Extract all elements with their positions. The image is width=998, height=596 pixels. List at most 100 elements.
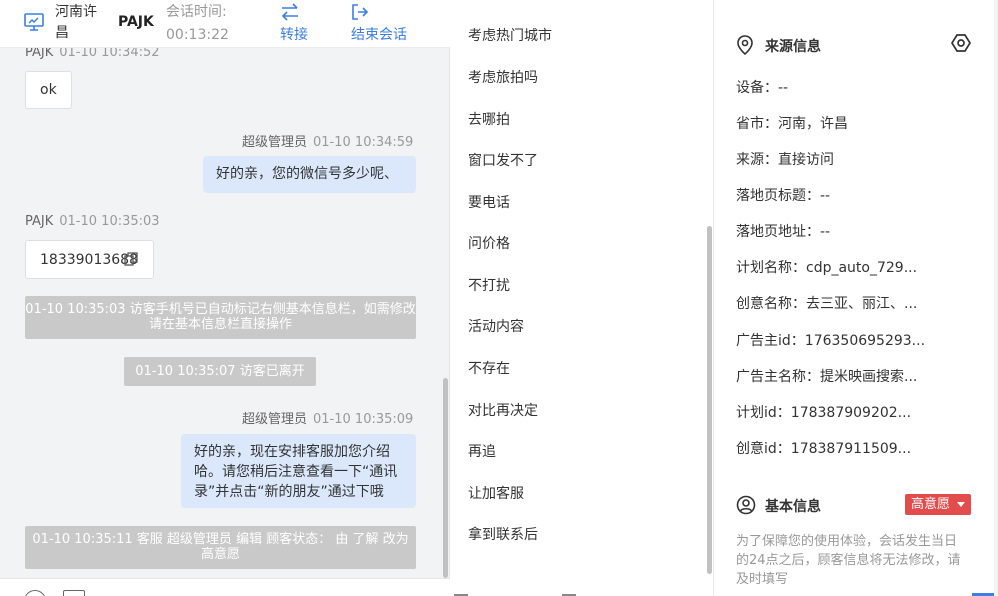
info-value: 河南，许昌 (778, 116, 848, 132)
info-label: 设备： (736, 80, 778, 96)
message-time: 01-10 10:34:59 (313, 135, 414, 150)
visitor-info-panel: 来源信息 设备：-- 省市：河南，许昌 来源：直接访问 落地页标题：-- 落地页… (714, 0, 998, 596)
message-sender: 超级管理员 (242, 412, 308, 427)
info-label: 广告主id： (736, 333, 805, 349)
info-label: 来源： (736, 152, 778, 168)
chat-scrollbar[interactable] (443, 378, 448, 578)
quick-reply-item[interactable]: 不打扰 (468, 275, 510, 295)
info-value: -- (820, 224, 831, 240)
quick-reply-item[interactable]: 要电话 (468, 192, 510, 212)
quick-reply-panel: 考虑热门城市 考虑旅拍吗 去哪拍 窗口发不了 要电话 问价格 不打扰 活动内容 … (450, 0, 714, 596)
info-value: 去三亚、丽江、... (806, 296, 918, 312)
info-value: 176350695293... (804, 333, 926, 349)
info-label: 省市： (736, 116, 778, 132)
chat-input-toolbar (0, 578, 450, 596)
session-time-label: 会话时间: (166, 4, 227, 20)
quick-reply-item[interactable]: 不存在 (468, 358, 510, 378)
message-meta: 超级管理员 01-10 10:34:59 (242, 131, 413, 150)
system-notice-text: 01-10 10:35:07 访客已离开 (135, 364, 305, 379)
message-line: 好的亲，现在安排客服加您介绍 (194, 444, 390, 460)
message-meta: PAJK 01-10 10:35:03 (25, 214, 160, 229)
info-value: -- (778, 80, 789, 96)
quick-reply-item[interactable]: 活动内容 (468, 316, 524, 336)
info-row-advertiser-id: 广告主id：176350695293... (736, 330, 976, 350)
system-notice: 01-10 10:35:11 客服 超级管理员 编辑 顾客状态： 由 了解 改为… (25, 526, 416, 569)
system-notice-text: 01-10 10:35:03 访客手机号已自动标记右侧基本信息栏，如需修改请在基… (25, 302, 416, 332)
info-value: 178387909202... (790, 405, 912, 421)
chat-panel: PAJK 01-10 10:34:52 ok 超级管理员 01-10 10:34:5… (0, 0, 450, 596)
message-time: 01-10 10:35:09 (313, 412, 414, 427)
info-row-creative-id: 创意id：178387911509... (736, 438, 976, 458)
quick-reply-item[interactable]: 让加客服 (468, 483, 524, 503)
user-circle-icon (736, 495, 756, 515)
incoming-message-bubble: 18339013688 (25, 240, 154, 279)
message-time: 01-10 10:35:03 (59, 214, 160, 229)
message-text: 好的亲，您的微信号多少呢、 (216, 166, 398, 182)
quick-reply-item[interactable]: 窗口发不了 (468, 150, 538, 170)
info-row-plan-name: 计划名称：cdp_auto_729... (736, 257, 976, 277)
quick-reply-item[interactable]: 拿到联系后 (468, 524, 538, 544)
message-sender: PAJK (25, 214, 54, 229)
quick-reply-item[interactable]: 对比再决定 (468, 400, 538, 420)
system-notice-text: 01-10 10:35:11 客服 超级管理员 编辑 顾客状态： 由 了解 改为… (32, 532, 409, 562)
intent-status-label: 高意愿 (911, 497, 951, 512)
image-icon[interactable] (63, 590, 85, 596)
intent-status-dropdown[interactable]: 高意愿 (905, 494, 971, 515)
session-time-value: 00:13:22 (166, 27, 229, 43)
quick-reply-item[interactable]: 再追 (468, 441, 496, 461)
quick-reply-scrollbar[interactable] (707, 226, 712, 574)
emoji-icon[interactable] (24, 590, 46, 596)
transfer-label: 转接 (280, 27, 308, 43)
quick-reply-item[interactable]: 问价格 (468, 233, 510, 253)
info-label: 计划名称： (736, 260, 806, 276)
message-line: 录”并点击“新的朋友”通过下哦 (194, 484, 384, 500)
info-label: 计划id： (736, 405, 791, 421)
settings-icon[interactable] (950, 32, 972, 54)
outgoing-message-bubble: 好的亲，您的微信号多少呢、 (203, 156, 416, 193)
visitor-location: 河南许昌 (55, 4, 97, 41)
quick-reply-item[interactable]: 考虑热门城市 (468, 25, 552, 45)
info-value: 提米映画搜索... (820, 369, 918, 385)
info-row-plan-id: 计划id：178387909202... (736, 402, 976, 422)
info-value: cdp_auto_729... (806, 260, 918, 276)
info-value: -- (820, 188, 831, 204)
info-row-creative-name: 创意名称：去三亚、丽江、... (736, 293, 976, 313)
copy-icon[interactable] (124, 252, 138, 266)
section-title-text: 来源信息 (765, 39, 821, 55)
info-row-advertiser-name: 广告主名称：提米映画搜索... (736, 366, 976, 386)
end-session-button[interactable]: 结束会话 (351, 0, 421, 48)
end-session-label: 结束会话 (351, 27, 407, 43)
info-value: 178387911509... (790, 441, 912, 457)
visitor-name: PAJK (118, 14, 154, 30)
system-notice: 01-10 10:35:03 访客手机号已自动标记右侧基本信息栏，如需修改请在基… (25, 296, 416, 339)
caret-down-icon (957, 502, 965, 507)
info-label: 广告主名称： (736, 369, 820, 385)
location-pin-icon (737, 35, 753, 55)
message-line: 哈。请您稍后注意查看一下“通讯 (194, 464, 398, 480)
info-row-device: 设备：-- (736, 77, 976, 97)
section-title-text: 基本信息 (765, 499, 821, 515)
info-row-source: 来源：直接访问 (736, 149, 976, 169)
info-label: 创意id： (736, 441, 791, 457)
info-label: 创意名称： (736, 296, 806, 312)
info-value: 直接访问 (778, 152, 834, 168)
info-edit-notice: 为了保障您的使用体验，会话发生当日的24点之后，顾客信息将无法修改，请及时填写 (736, 534, 961, 587)
transfer-icon (281, 3, 298, 21)
info-row-landing-url: 落地页地址：-- (736, 221, 976, 241)
info-row-province-city: 省市：河南，许昌 (736, 113, 976, 133)
monitor-icon (24, 13, 44, 31)
info-label: 落地页标题： (736, 188, 820, 204)
quick-reply-item[interactable]: 考虑旅拍吗 (468, 67, 538, 87)
message-meta: 超级管理员 01-10 10:35:09 (242, 408, 413, 427)
panel-edge (994, 0, 998, 596)
info-row-landing-title: 落地页标题：-- (736, 185, 976, 205)
exit-icon (352, 4, 369, 20)
system-notice: 01-10 10:35:07 访客已离开 (124, 357, 316, 386)
incoming-message-bubble: ok (25, 71, 72, 109)
quick-reply-item[interactable]: 去哪拍 (468, 109, 510, 129)
message-text: ok (40, 82, 57, 98)
info-label: 落地页地址： (736, 224, 820, 240)
chat-header: 河南许昌 PAJK 会话时间: 00:13:22 转接 结束会话 (0, 0, 450, 48)
outgoing-message-bubble: 好的亲，现在安排客服加您介绍 哈。请您稍后注意查看一下“通讯 录”并点击“新的朋… (181, 434, 416, 508)
transfer-button[interactable]: 转接 (280, 0, 320, 48)
